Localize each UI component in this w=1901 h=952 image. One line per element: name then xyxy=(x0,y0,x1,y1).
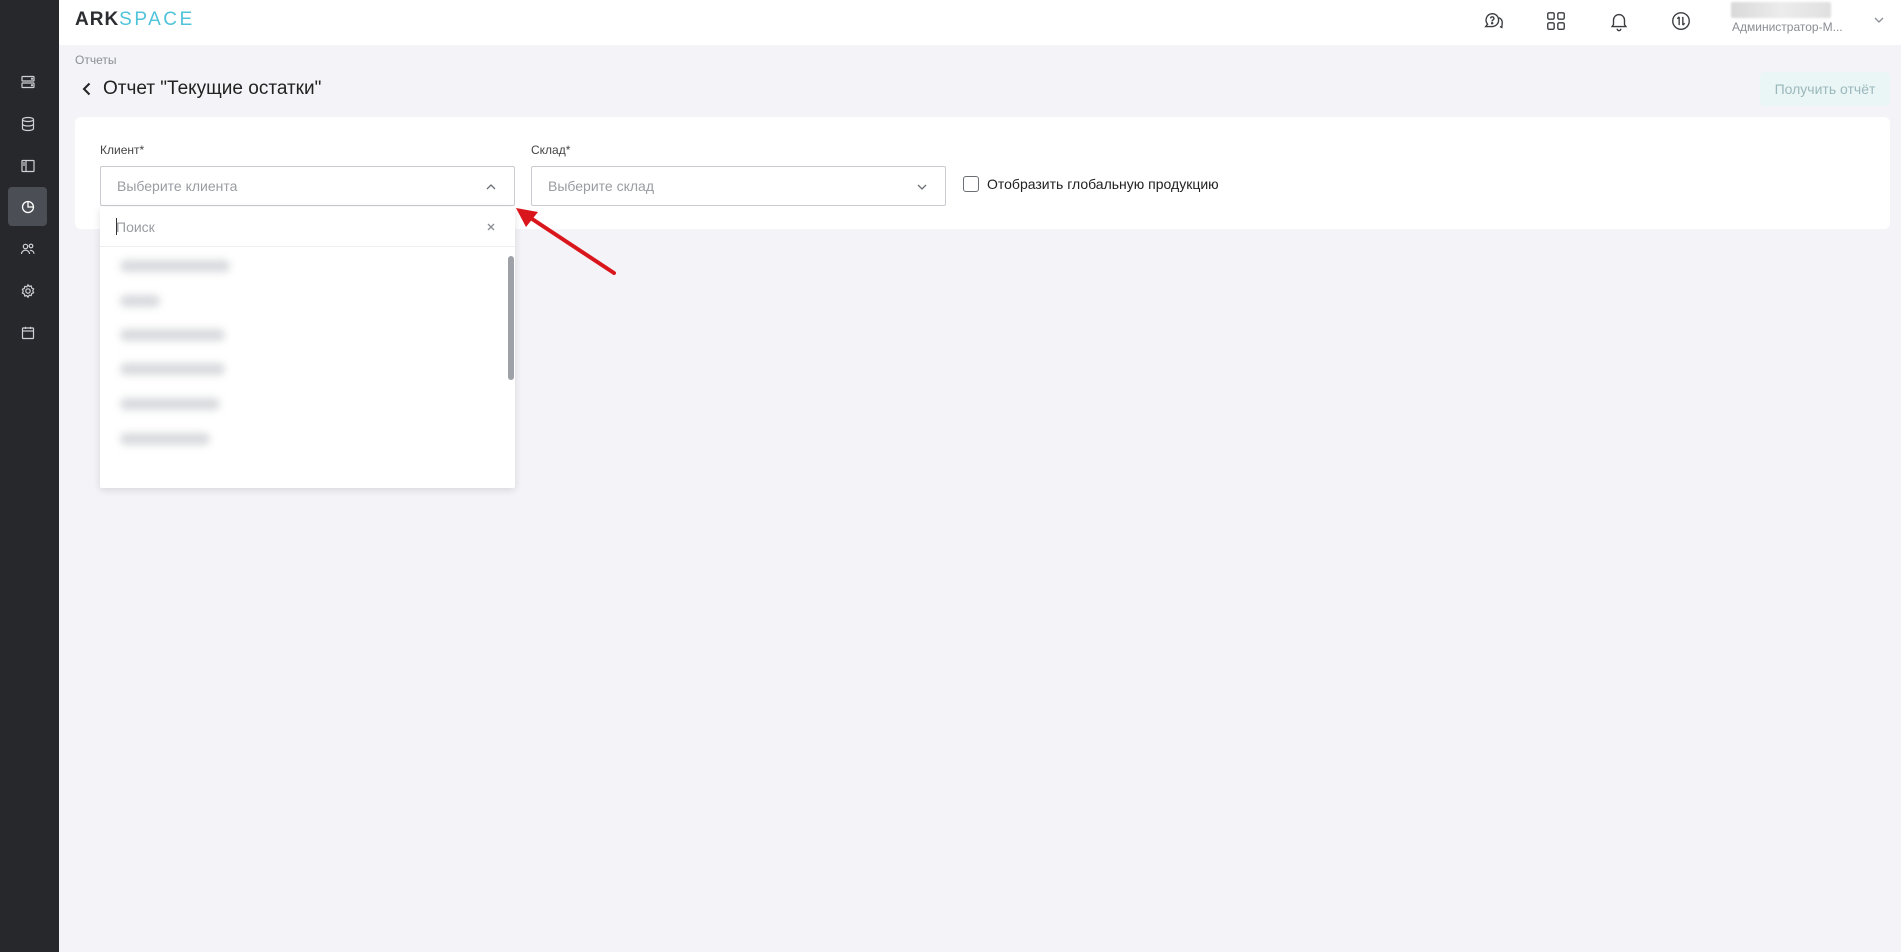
global-products-label[interactable]: Отобразить глобальную продукцию xyxy=(987,176,1219,192)
list-item[interactable] xyxy=(120,295,160,307)
list-item[interactable] xyxy=(120,329,225,341)
logo[interactable]: ARK SPACE xyxy=(75,9,195,31)
sidebar-item-settings[interactable] xyxy=(8,271,47,310)
client-select[interactable]: Выберите клиента xyxy=(100,166,515,206)
pie-chart-icon xyxy=(21,200,34,213)
dropdown-search xyxy=(100,207,515,247)
apps-button[interactable] xyxy=(1543,8,1569,34)
get-report-button[interactable]: Получить отчёт xyxy=(1760,72,1890,106)
dropdown-search-input[interactable] xyxy=(116,216,456,238)
sidebar xyxy=(0,0,59,952)
back-arrow-icon[interactable] xyxy=(78,80,96,98)
help-chat-icon xyxy=(1484,12,1503,29)
warehouse-select[interactable]: Выберите склад xyxy=(531,166,946,206)
help-chat-button[interactable] xyxy=(1481,8,1507,34)
chevron-down-icon[interactable] xyxy=(1872,13,1886,27)
user-name-redacted xyxy=(1731,2,1831,18)
notifications-button[interactable] xyxy=(1606,8,1632,34)
close-icon[interactable] xyxy=(484,220,498,234)
client-select-placeholder: Выберите клиента xyxy=(117,178,238,194)
exchange-icon xyxy=(1672,12,1690,30)
server-icon xyxy=(20,75,35,88)
bell-icon xyxy=(1610,13,1628,32)
annotation-arrow-icon xyxy=(516,208,616,275)
chevron-up-icon xyxy=(486,184,496,190)
gear-icon xyxy=(21,283,34,298)
database-icon xyxy=(21,116,34,131)
page-title: Отчет "Текущие остатки" xyxy=(103,78,322,99)
layout-icon xyxy=(20,159,35,172)
chevron-down-icon xyxy=(917,184,927,190)
text-caret xyxy=(116,218,117,235)
apps-grid-icon xyxy=(1547,12,1565,30)
client-label: Клиент* xyxy=(100,143,145,157)
warehouse-label: Склад* xyxy=(531,143,571,157)
sidebar-item-servers[interactable] xyxy=(8,62,47,101)
sidebar-item-reports[interactable] xyxy=(8,187,47,226)
topbar: ARK SPACE Администратор-М... xyxy=(59,0,1901,45)
logo-secondary-text: SPACE xyxy=(119,9,195,30)
list-item[interactable] xyxy=(120,398,220,410)
sidebar-item-database[interactable] xyxy=(8,104,47,143)
users-icon xyxy=(20,243,35,254)
exchange-button[interactable] xyxy=(1668,8,1694,34)
list-item[interactable] xyxy=(120,363,225,375)
sidebar-item-calendar[interactable] xyxy=(8,313,47,352)
user-role[interactable]: Администратор-М... xyxy=(1732,20,1843,34)
list-item[interactable] xyxy=(120,433,210,445)
list-item[interactable] xyxy=(120,260,230,272)
logo-primary-text: ARK xyxy=(75,9,120,30)
global-products-checkbox[interactable] xyxy=(963,176,979,192)
sidebar-item-users[interactable] xyxy=(8,229,47,268)
client-dropdown xyxy=(100,207,515,488)
dropdown-options-list[interactable] xyxy=(100,248,505,488)
sidebar-item-layout[interactable] xyxy=(8,146,47,185)
breadcrumb[interactable]: Отчеты xyxy=(75,53,116,67)
warehouse-select-placeholder: Выберите склад xyxy=(548,178,654,194)
calendar-icon xyxy=(21,326,34,339)
